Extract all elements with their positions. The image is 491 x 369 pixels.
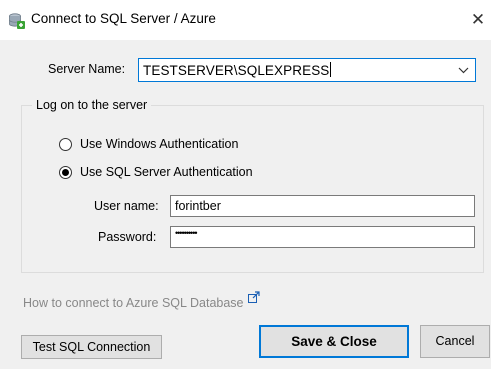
test-connection-button[interactable]: Test SQL Connection — [21, 335, 162, 359]
username-value: forintber — [175, 199, 221, 213]
windows-auth-radio[interactable] — [59, 138, 72, 151]
text-caret — [330, 62, 332, 77]
logon-group-label: Log on to the server — [32, 98, 152, 112]
azure-help-link[interactable]: How to connect to Azure SQL Database — [23, 296, 244, 310]
close-button[interactable]: ✕ — [465, 6, 491, 34]
window-title: Connect to SQL Server / Azure — [31, 11, 216, 26]
server-name-label: Server Name: — [48, 62, 126, 76]
password-input[interactable]: •••••••••• — [170, 226, 475, 248]
sql-auth-label[interactable]: Use SQL Server Authentication — [80, 165, 253, 179]
username-input[interactable]: forintber — [170, 195, 475, 217]
username-label: User name: — [94, 199, 159, 213]
server-name-value[interactable]: TESTSERVER\SQLEXPRESS — [143, 62, 332, 78]
chevron-down-icon[interactable] — [458, 65, 469, 75]
title-bar: Connect to SQL Server / Azure ✕ — [0, 0, 491, 40]
database-connect-icon — [9, 13, 25, 29]
save-close-button[interactable]: Save & Close — [259, 325, 409, 358]
windows-auth-label[interactable]: Use Windows Authentication — [80, 137, 238, 151]
password-mask: •••••••••• — [175, 228, 197, 238]
external-link-icon[interactable] — [248, 291, 260, 303]
close-icon: ✕ — [470, 10, 486, 29]
cancel-button[interactable]: Cancel — [420, 325, 490, 358]
server-name-combobox[interactable]: TESTSERVER\SQLEXPRESS — [138, 58, 476, 82]
sql-auth-radio[interactable] — [59, 166, 72, 179]
password-label: Password: — [98, 230, 157, 244]
